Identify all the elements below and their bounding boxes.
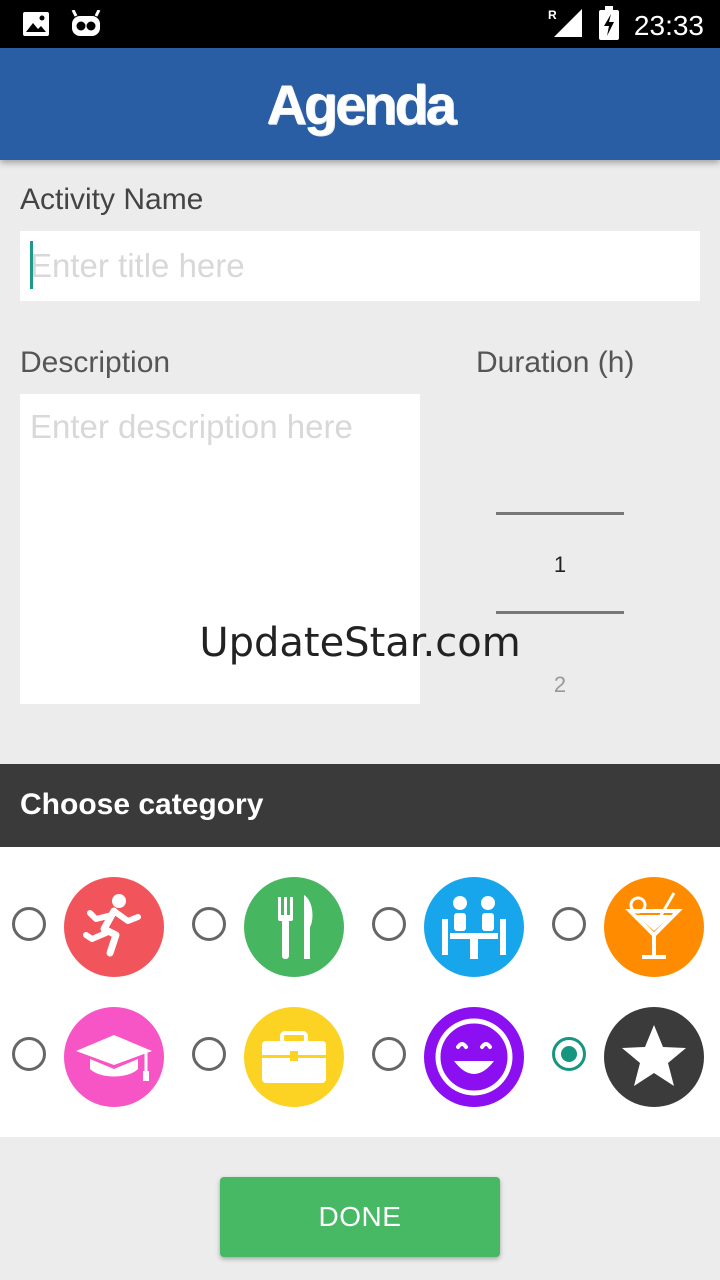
category-radio[interactable]: [12, 907, 46, 941]
fork-knife-icon[interactable]: [244, 877, 344, 977]
title-field[interactable]: [20, 231, 700, 301]
description-label: Description: [20, 346, 171, 379]
category-option-other[interactable]: [540, 1007, 720, 1107]
category-radio[interactable]: [372, 907, 406, 941]
clock-time: 23:33: [633, 9, 704, 41]
watermark: UpdateStar.com: [199, 620, 521, 666]
status-bar: R 23:33: [0, 0, 720, 48]
title-input[interactable]: [30, 231, 680, 301]
category-option-work[interactable]: [180, 1007, 360, 1107]
picker-divider-top: [496, 512, 624, 515]
cyanogen-mascot-icon: [70, 9, 102, 43]
svg-text:R: R: [548, 8, 557, 22]
category-radio[interactable]: [552, 907, 586, 941]
category-option-food[interactable]: [180, 877, 360, 977]
category-option-fun[interactable]: [360, 1007, 540, 1107]
smiley-icon[interactable]: [424, 1007, 524, 1107]
running-person-icon[interactable]: [64, 877, 164, 977]
signal-roaming-icon: R: [548, 7, 584, 44]
picker-divider-bottom: [496, 611, 624, 614]
meeting-icon[interactable]: [424, 877, 524, 977]
category-radio[interactable]: [192, 1037, 226, 1071]
activity-name-label: Activity Name: [20, 183, 204, 216]
cocktail-icon[interactable]: [604, 877, 704, 977]
image-icon: [22, 11, 50, 42]
category-radio[interactable]: [192, 907, 226, 941]
category-option-drinks[interactable]: [540, 877, 720, 977]
category-radio[interactable]: [372, 1037, 406, 1071]
text-cursor: [30, 241, 33, 289]
category-radio-selected[interactable]: [552, 1037, 586, 1071]
done-button[interactable]: DONE: [220, 1177, 500, 1257]
category-radio[interactable]: [12, 1037, 46, 1071]
battery-charging-icon: [598, 6, 620, 45]
category-header: Choose category: [0, 764, 720, 847]
category-header-title: Choose category: [20, 788, 264, 821]
category-option-exercise[interactable]: [0, 877, 180, 977]
duration-label: Duration (h): [476, 346, 635, 379]
star-icon[interactable]: [604, 1007, 704, 1107]
briefcase-icon[interactable]: [244, 1007, 344, 1107]
duration-selected-value[interactable]: 1: [496, 552, 624, 578]
app-title: Agenda: [266, 72, 456, 136]
category-option-education[interactable]: [0, 1007, 180, 1107]
category-option-meeting[interactable]: [360, 877, 540, 977]
category-grid: [0, 847, 720, 1137]
app-bar: Agenda: [0, 48, 720, 160]
graduation-cap-icon[interactable]: [64, 1007, 164, 1107]
duration-next-value[interactable]: 2: [496, 672, 624, 698]
